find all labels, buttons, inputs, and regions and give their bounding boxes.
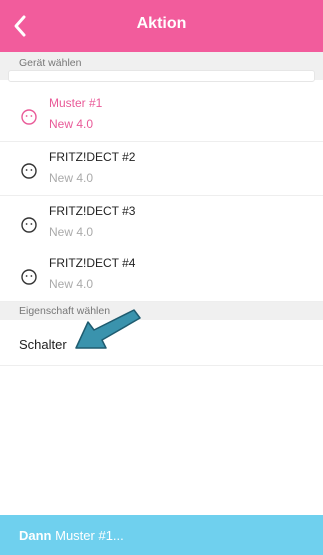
device-name: FRITZ!DECT #4 <box>49 256 136 270</box>
top-bar: Aktion <box>0 0 323 52</box>
smiley-icon <box>21 163 37 179</box>
device-row-3[interactable]: FRITZ!DECT #3 New 4.0 <box>0 196 323 250</box>
section-header-device: Gerät wählen <box>0 52 323 82</box>
bottom-action-bar[interactable]: Dann Muster #1... <box>0 515 323 555</box>
device-name: FRITZ!DECT #2 <box>49 150 136 164</box>
device-name: FRITZ!DECT #3 <box>49 204 136 218</box>
property-row-schalter[interactable]: Schalter <box>0 320 323 366</box>
smiley-icon <box>21 217 37 233</box>
device-row-2[interactable]: FRITZ!DECT #2 New 4.0 <box>0 142 323 196</box>
device-version: New 4.0 <box>49 171 94 185</box>
smiley-icon <box>21 269 37 285</box>
section-header-property: Eigenschaft wählen <box>0 302 323 320</box>
scroll-partial-row <box>8 70 315 82</box>
device-version: New 4.0 <box>49 117 94 131</box>
page-title: Aktion <box>136 15 187 32</box>
property-label: Schalter <box>19 337 67 352</box>
footer-prefix: Dann <box>19 528 52 543</box>
device-row-1[interactable]: Muster #1 New 4.0 <box>0 88 323 142</box>
footer-summary: Muster #1... <box>55 528 124 543</box>
footer-text: Dann Muster #1... <box>19 528 124 543</box>
device-version: New 4.0 <box>49 225 94 239</box>
device-row-4[interactable]: FRITZ!DECT #4 New 4.0 <box>0 248 323 302</box>
pointer-arrow-icon <box>75 309 141 349</box>
device-name: Muster #1 <box>49 96 103 110</box>
section-label: Gerät wählen <box>19 57 82 69</box>
smiley-icon <box>21 109 37 125</box>
device-version: New 4.0 <box>49 277 94 291</box>
